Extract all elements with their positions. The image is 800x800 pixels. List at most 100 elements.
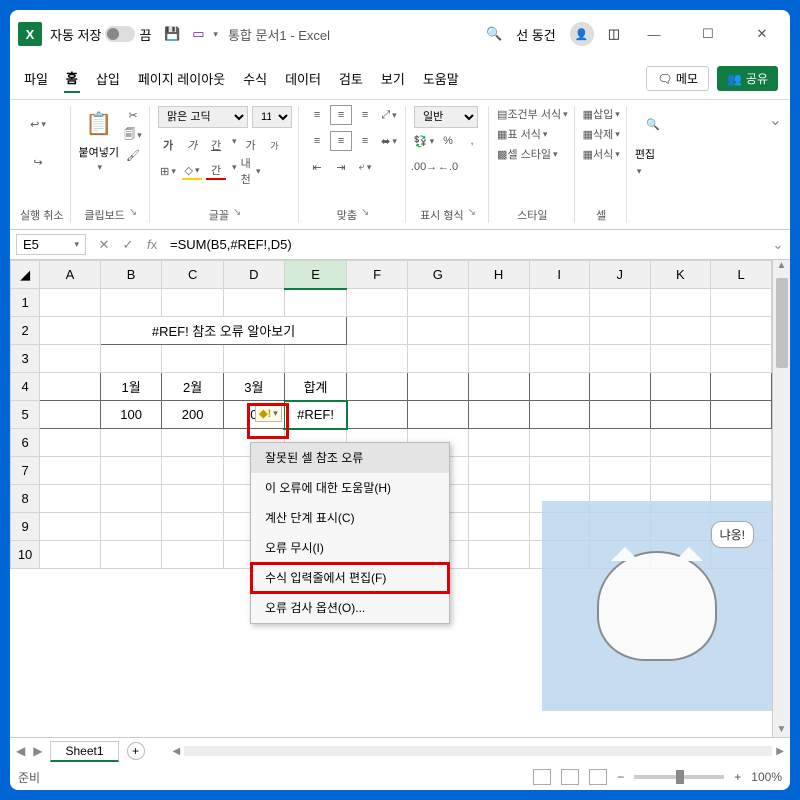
select-all-corner[interactable]: ◢ <box>11 261 40 289</box>
row-header[interactable]: 9 <box>11 513 40 541</box>
menu-item-error-options[interactable]: 오류 검사 옵션(O)... <box>251 593 449 623</box>
cell[interactable]: 100 <box>100 401 162 429</box>
bold-button[interactable]: 가 <box>158 136 178 154</box>
zoom-level[interactable]: 100% <box>751 770 782 784</box>
tab-formulas[interactable]: 수식 <box>241 65 269 92</box>
col-header-c[interactable]: C <box>162 261 224 289</box>
menu-item-edit-formula-bar[interactable]: 수식 입력줄에서 편집(F) <box>251 563 449 593</box>
align-middle-icon[interactable]: ≡ <box>331 106 351 124</box>
tab-data[interactable]: 데이터 <box>283 65 323 92</box>
tab-review[interactable]: 검토 <box>337 65 365 92</box>
collapse-ribbon-icon[interactable]: ⌄ <box>765 106 786 223</box>
find-select-icon[interactable]: 🔍 <box>635 106 671 142</box>
format-as-table-button[interactable]: ▦ 표 서식▾ <box>497 126 547 142</box>
font-launcher[interactable]: ↘ <box>233 207 241 223</box>
delete-cells-button[interactable]: ▦ 삭제▾ <box>583 126 620 142</box>
worksheet-grid[interactable]: ◢ A B C D E F G H I J K L <box>10 260 772 737</box>
row-header[interactable]: 1 <box>11 289 40 317</box>
menu-item-help[interactable]: 이 오류에 대한 도움말(H) <box>251 473 449 503</box>
col-header-b[interactable]: B <box>100 261 162 289</box>
decrease-indent-icon[interactable]: ⇤ <box>307 158 327 176</box>
format-cells-button[interactable]: ▦ 서식▾ <box>583 146 620 162</box>
underline-button[interactable]: 간 <box>206 136 226 154</box>
save-icon[interactable]: 💾 <box>163 25 181 43</box>
cell[interactable]: 200 <box>162 401 224 429</box>
tab-view[interactable]: 보기 <box>379 65 407 92</box>
increase-decimal-icon[interactable]: .00→ <box>414 158 434 176</box>
title-merged-cell[interactable]: #REF! 참조 오류 알아보기 <box>100 317 346 345</box>
search-icon[interactable]: 🔍 <box>486 26 502 42</box>
decrease-font-icon[interactable]: 가 <box>265 136 285 154</box>
row-header[interactable]: 3 <box>11 345 40 373</box>
row-header[interactable]: 5 <box>11 401 40 429</box>
toggle-icon[interactable] <box>105 26 135 42</box>
row-header[interactable]: 4 <box>11 373 40 401</box>
number-format-select[interactable]: 일반 <box>414 106 478 128</box>
increase-indent-icon[interactable]: ⇥ <box>331 158 351 176</box>
tab-insert[interactable]: 삽입 <box>94 65 122 92</box>
italic-button[interactable]: 가 <box>182 136 202 154</box>
align-center-icon[interactable]: ≡ <box>331 132 351 150</box>
paste-dropdown[interactable]: ▾ <box>98 162 103 173</box>
copy-icon[interactable]: 🗐▾ <box>123 126 143 144</box>
minimize-button[interactable]: — <box>634 19 674 49</box>
tab-file[interactable]: 파일 <box>22 65 50 92</box>
scrollbar-thumb[interactable] <box>776 278 788 368</box>
tab-page-layout[interactable]: 페이지 레이아웃 <box>136 65 227 92</box>
col-header-f[interactable]: F <box>347 261 408 289</box>
currency-icon[interactable]: 💱▾ <box>414 132 434 150</box>
enter-formula-icon[interactable]: ✓ <box>116 237 140 253</box>
cell[interactable]: 2월 <box>162 373 224 401</box>
number-launcher[interactable]: ↘ <box>468 207 476 223</box>
decrease-decimal-icon[interactable]: ←.0 <box>438 158 458 176</box>
selected-cell-e5[interactable]: #REF! <box>284 401 346 429</box>
hscroll-left-icon[interactable]: ◀ <box>173 746 181 757</box>
view-page-layout-icon[interactable] <box>561 769 579 785</box>
close-button[interactable]: ✕ <box>742 19 782 49</box>
cell[interactable]: 3월 <box>223 373 284 401</box>
comma-icon[interactable]: , <box>462 132 482 150</box>
expand-formula-bar-icon[interactable]: ⌄ <box>766 237 790 253</box>
menu-item-show-steps[interactable]: 계산 단계 표시(C) <box>251 503 449 533</box>
maximize-button[interactable]: ☐ <box>688 19 728 49</box>
col-header-l[interactable]: L <box>711 261 772 289</box>
align-bottom-icon[interactable]: ≡ <box>355 106 375 124</box>
conditional-formatting-button[interactable]: ▤ 조건부 서식▾ <box>497 106 568 122</box>
col-header-h[interactable]: H <box>468 261 529 289</box>
user-avatar-icon[interactable]: 👤 <box>570 22 594 46</box>
menu-item-error-type[interactable]: 잘못된 셀 참조 오류 <box>251 443 449 473</box>
phonetic-button[interactable]: 내천▾ <box>241 162 261 180</box>
row-header[interactable]: 7 <box>11 457 40 485</box>
fill-color-button[interactable]: ◇▾ <box>182 162 202 180</box>
format-painter-icon[interactable]: 🖌 <box>123 146 143 164</box>
borders-button[interactable]: ⊞▾ <box>158 162 178 180</box>
increase-font-icon[interactable]: 가 <box>241 136 261 154</box>
align-launcher[interactable]: ↘ <box>361 207 369 223</box>
percent-icon[interactable]: % <box>438 132 458 150</box>
menu-item-ignore[interactable]: 오류 무시(I) <box>251 533 449 563</box>
paste-button[interactable]: 📋 <box>81 106 117 142</box>
sheet-tab-active[interactable]: Sheet1 <box>50 741 118 762</box>
align-right-icon[interactable]: ≡ <box>355 132 375 150</box>
orientation-icon[interactable]: ⤢▾ <box>379 106 399 124</box>
new-sheet-button[interactable]: + <box>127 742 145 760</box>
clipboard-launcher[interactable]: ↘ <box>129 207 137 223</box>
scroll-down-icon[interactable]: ▼ <box>773 724 790 735</box>
scroll-up-icon[interactable]: ▲ <box>773 260 790 271</box>
cell[interactable]: 합계 <box>284 373 346 401</box>
comments-button[interactable]: 🗨 메모 <box>646 66 709 91</box>
align-left-icon[interactable]: ≡ <box>307 132 327 150</box>
font-name-select[interactable]: 맑은 고딕 <box>158 106 248 128</box>
view-page-break-icon[interactable] <box>589 769 607 785</box>
fx-icon[interactable]: fx <box>140 237 164 252</box>
row-header[interactable]: 2 <box>11 317 40 345</box>
redo-button[interactable]: ↪ <box>20 144 56 180</box>
cut-icon[interactable]: ✂ <box>123 106 143 124</box>
col-header-k[interactable]: K <box>650 261 711 289</box>
cancel-formula-icon[interactable]: ✕ <box>92 237 116 253</box>
row-header[interactable]: 8 <box>11 485 40 513</box>
zoom-out-button[interactable]: − <box>617 770 624 784</box>
qat-overflow[interactable]: ▾ <box>213 29 218 40</box>
chevron-down-icon[interactable]: ▾ <box>74 239 79 250</box>
zoom-slider[interactable] <box>634 775 724 779</box>
